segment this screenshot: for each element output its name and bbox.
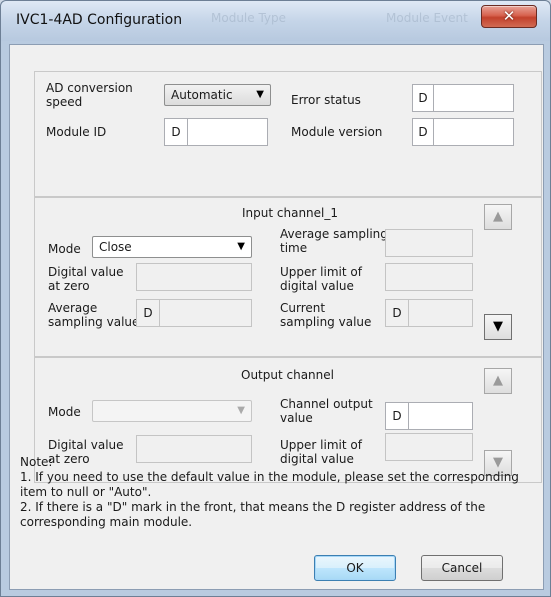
input-channel-title: Input channel_1 — [242, 206, 339, 220]
note-heading: Note: — [20, 455, 53, 469]
module-id-label: Module ID — [46, 125, 107, 139]
module-version-d-prefix: D — [412, 118, 434, 146]
window-title: IVC1-4AD Configuration — [16, 12, 183, 28]
average-sampling-value-field[interactable] — [159, 299, 252, 327]
chevron-down-icon: ▼ — [237, 241, 245, 252]
ok-button[interactable]: OK — [314, 555, 396, 581]
down-arrow-icon: ▼ — [493, 319, 503, 334]
dialog-client-area: AD conversion speed Automatic ▼ Error st… — [9, 44, 544, 590]
output-channel-up-button[interactable]: ▲ — [484, 368, 512, 394]
output-mode-label: Mode — [48, 405, 81, 419]
note-line-2: 2. If there is a "D" mark in the front, … — [20, 500, 486, 529]
module-version-field[interactable] — [433, 118, 514, 146]
current-sampling-value-d-prefix: D — [385, 299, 409, 327]
input-upper-limit-field[interactable] — [385, 263, 473, 291]
close-icon: ✕ — [502, 7, 516, 25]
ad-conversion-speed-select[interactable]: Automatic ▼ — [164, 84, 271, 106]
input-mode-select[interactable]: Close ▼ — [92, 236, 252, 258]
up-arrow-icon: ▲ — [493, 373, 503, 388]
background-ghost-text: Module Type — [211, 11, 287, 25]
channel-output-value-label: Channel output value — [280, 397, 373, 425]
up-arrow-icon: ▲ — [493, 209, 503, 224]
input-channel-up-button[interactable]: ▲ — [484, 204, 512, 230]
input-channel-group: Input channel_1 ▲ Mode Close ▼ Average s… — [34, 197, 542, 357]
module-id-d-prefix: D — [164, 118, 188, 146]
note-section: Note: 1. If you need to use the default … — [20, 455, 535, 530]
output-mode-select[interactable]: ▼ — [92, 400, 252, 422]
dialog-window: IVC1-4AD Configuration Module Type Modul… — [0, 0, 551, 597]
average-sampling-value-label: Average sampling value — [48, 301, 140, 329]
module-id-field[interactable] — [187, 118, 268, 146]
cancel-button[interactable]: Cancel — [421, 555, 503, 581]
error-status-label: Error status — [291, 93, 361, 107]
channel-output-value-d-prefix: D — [385, 402, 409, 430]
error-status-d-prefix: D — [412, 84, 434, 112]
input-upper-limit-label: Upper limit of digital value — [280, 265, 362, 293]
input-mode-value: Close — [99, 240, 132, 254]
input-mode-label: Mode — [48, 242, 81, 256]
module-version-label: Module version — [291, 125, 383, 139]
close-button[interactable]: ✕ — [481, 5, 537, 28]
chevron-down-icon: ▼ — [237, 405, 245, 416]
average-sampling-time-label: Average sampling time — [280, 227, 388, 255]
chevron-down-icon: ▼ — [256, 89, 264, 100]
input-digital-zero-field[interactable] — [136, 263, 252, 291]
current-sampling-value-label: Current sampling value — [280, 301, 372, 329]
ad-conversion-speed-value: Automatic — [171, 88, 233, 102]
output-channel-title: Output channel — [241, 368, 334, 382]
title-bar[interactable]: IVC1-4AD Configuration Module Type Modul… — [1, 1, 550, 41]
note-line-1: 1. If you need to use the default value … — [20, 470, 519, 499]
general-settings-group: AD conversion speed Automatic ▼ Error st… — [34, 71, 542, 197]
ad-conversion-speed-label: AD conversion speed — [46, 81, 133, 109]
error-status-field[interactable] — [433, 84, 514, 112]
input-digital-zero-label: Digital value at zero — [48, 265, 124, 293]
channel-output-value-field[interactable] — [408, 402, 473, 430]
average-sampling-value-d-prefix: D — [136, 299, 160, 327]
input-channel-down-button[interactable]: ▼ — [484, 314, 512, 340]
current-sampling-value-field[interactable] — [408, 299, 473, 327]
background-ghost-text: Module Event — [386, 11, 468, 25]
average-sampling-time-field[interactable] — [385, 229, 473, 257]
